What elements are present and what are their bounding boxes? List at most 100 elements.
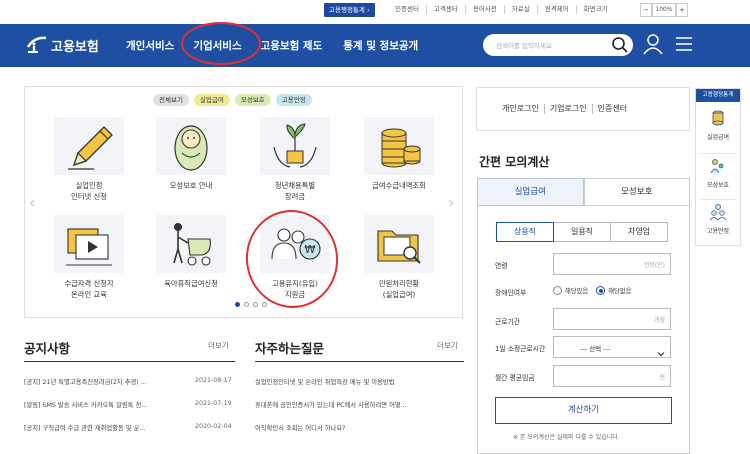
cert-center-link[interactable]: 인증센터: [591, 104, 632, 114]
faq-divider: [255, 361, 464, 362]
page-dot[interactable]: [253, 302, 258, 307]
tile-benefit-history[interactable]: 급여수급내역조회: [364, 117, 434, 191]
carousel-next-arrow[interactable]: ›: [448, 193, 454, 212]
zoom-in-button[interactable]: +: [676, 3, 688, 17]
filter-stability[interactable]: 고용안정: [275, 94, 312, 106]
page-dot[interactable]: [262, 302, 267, 307]
tile-label: 청년채용특별: [274, 181, 316, 190]
period-label: 근로기간: [495, 318, 521, 326]
tile-complaint-status[interactable]: 민원처리현황 (실업급여): [364, 215, 434, 300]
period-placeholder: 개월: [653, 317, 665, 324]
screen-size-label: 화면크기: [575, 5, 615, 14]
notice-more-link[interactable]: 더보기: [208, 340, 229, 351]
link-glossary[interactable]: 용어사전: [464, 5, 504, 14]
notice-item[interactable]: [공지] 구직급여 수급 관련 재취업활동 및 운...: [24, 423, 145, 432]
faq-more-link[interactable]: 더보기: [437, 340, 458, 351]
quick-unemployment[interactable]: 실업급여: [696, 109, 740, 141]
user-icon[interactable]: [643, 33, 663, 59]
wage-label: 월간 평균임금: [495, 374, 535, 382]
notice-divider: [24, 361, 235, 362]
pencil-icon: [54, 117, 124, 175]
calculate-button[interactable]: 계산하기: [495, 397, 672, 424]
calculator-form: 상용직 일용직 자영업 연령 연령(만) 장애인여부 해당있음 해당없음 근로기…: [477, 206, 690, 454]
page-dot[interactable]: [235, 302, 240, 307]
wage-input[interactable]: 원: [553, 365, 671, 387]
group-icon: [709, 204, 727, 225]
quick-label: 모성보호: [706, 182, 730, 189]
utility-links: 인증센터 고객센터 용어사전 자료실 원격제어 화면크기: [388, 5, 615, 14]
disabled-radio-group: 해당있음 해당없음: [553, 286, 631, 295]
hours-select[interactable]: --- 선택 ---: [553, 336, 671, 358]
service-shortcuts-panel: 전체보기 실업급여 모성보호 고용안정 ‹ › 실업인정 인터넷 신청 모성보호 …: [24, 86, 463, 318]
tile-label: 수급자격 신청자: [64, 279, 114, 288]
tile-label: (실업급여): [382, 290, 416, 299]
chevron-down-icon: [657, 343, 665, 362]
quick-maternity[interactable]: 모성보호: [696, 157, 740, 189]
logo-text: 고용보험: [51, 39, 99, 55]
notice-item[interactable]: [공지] 21년 특별고용촉진장려금(2차 추경) ...: [24, 377, 147, 386]
period-input[interactable]: 개월: [553, 308, 671, 330]
zoom-out-button[interactable]: −: [640, 3, 652, 17]
subtab-daily[interactable]: 일용직: [553, 222, 611, 242]
stats-button[interactable]: 고용행정통계 ›: [324, 3, 375, 17]
filter-maternity[interactable]: 모성보호: [234, 94, 271, 106]
notice-item[interactable]: [알림] SMS 발송 서비스 카카오톡 알림톡 전...: [24, 400, 147, 409]
notice-date: 2021-08-17: [195, 377, 232, 384]
age-label: 연령: [495, 262, 508, 270]
tile-label: 급여수급내역조회: [372, 181, 426, 190]
faq-title: 자주하는질문: [255, 341, 325, 356]
login-links: 개인로그인 기업로그인 인증센터: [502, 104, 632, 114]
link-cert-center[interactable]: 인증센터: [388, 5, 426, 14]
tile-label: 인터넷 신청: [71, 192, 107, 201]
tile-online-education[interactable]: 수급자격 신청자 온라인 교육: [54, 215, 124, 300]
faq-item[interactable]: 실업인정인터넷 및 온라인 취업특강 메뉴 및 이용방법: [255, 377, 394, 386]
zoom-level: 100%: [652, 3, 676, 17]
hours-select-value: --- 선택 ---: [580, 345, 611, 353]
age-placeholder: 연령(만): [643, 262, 665, 269]
tile-label: 모성보호 안내: [169, 181, 213, 190]
quick-label: 실업급여: [706, 134, 730, 141]
calculator-note: ※ 본 모의계산은 실제와 다를 수 있습니다.: [513, 434, 620, 441]
filter-all[interactable]: 전체보기: [153, 94, 189, 106]
search-input[interactable]: 검색어를 입력하세요: [496, 40, 552, 50]
menu-statistics[interactable]: 통계 및 정보공개: [343, 38, 418, 53]
wage-placeholder: 원: [659, 374, 665, 381]
tile-youth-hiring-subsidy[interactable]: 청년채용특별장려금: [260, 117, 330, 202]
faq-item[interactable]: 휴대폰에 공인인증서가 있는데 PC에서 사용하려면 어떻...: [255, 400, 407, 409]
link-archive[interactable]: 자료실: [503, 5, 537, 14]
faq-item[interactable]: 이직확인서 조회는 어디서 하나요?: [255, 423, 345, 432]
calculator-tabs: 실업급여 모성보호: [477, 178, 690, 206]
carousel-prev-arrow[interactable]: ‹: [29, 193, 35, 212]
tile-parental-leave-claim[interactable]: 육아휴직급여신청: [156, 215, 226, 289]
radio-disabled-no[interactable]: [596, 286, 606, 295]
quick-stats-title[interactable]: 고용행정통계: [696, 89, 740, 102]
link-customer-center[interactable]: 고객센터: [425, 5, 465, 14]
baby-icon: [156, 117, 226, 175]
menu-insurance-system[interactable]: 고용보험 제도: [261, 38, 323, 53]
site-logo[interactable]: 고용보험: [26, 35, 99, 55]
hamburger-menu-icon[interactable]: [676, 36, 692, 55]
employment-type-tabs: 상용직 일용직 자영업: [496, 222, 668, 242]
menu-personal[interactable]: 개인서비스: [126, 38, 174, 53]
subtab-regular[interactable]: 상용직: [496, 222, 554, 242]
tile-label: 장려금: [284, 192, 306, 201]
zoom-control: − 100% +: [640, 3, 688, 17]
filter-unemployment[interactable]: 실업급여: [193, 94, 230, 106]
search-box[interactable]: 검색어를 입력하세요: [483, 34, 633, 56]
tile-unemployment-claim[interactable]: 실업인정 인터넷 신청: [54, 117, 124, 202]
subtab-self-employed[interactable]: 자영업: [610, 222, 668, 242]
personal-login-link[interactable]: 개인로그인: [502, 104, 544, 114]
quick-label: 고용안정: [706, 228, 730, 235]
business-login-link[interactable]: 기업로그인: [543, 104, 592, 114]
age-input[interactable]: 연령(만): [553, 253, 671, 275]
link-remote-control[interactable]: 원격제어: [536, 5, 576, 14]
tile-label: 민원처리현황: [378, 279, 420, 288]
search-icon[interactable]: [611, 36, 629, 58]
tile-maternity-guide[interactable]: 모성보호 안내: [156, 117, 226, 191]
tab-maternity[interactable]: 모성보호: [583, 178, 690, 206]
annotation-circle: [181, 22, 261, 65]
radio-disabled-yes[interactable]: [553, 286, 562, 295]
page-dot[interactable]: [244, 302, 249, 307]
quick-stability[interactable]: 고용안정: [696, 203, 740, 235]
tab-unemployment[interactable]: 실업급여: [477, 178, 584, 206]
